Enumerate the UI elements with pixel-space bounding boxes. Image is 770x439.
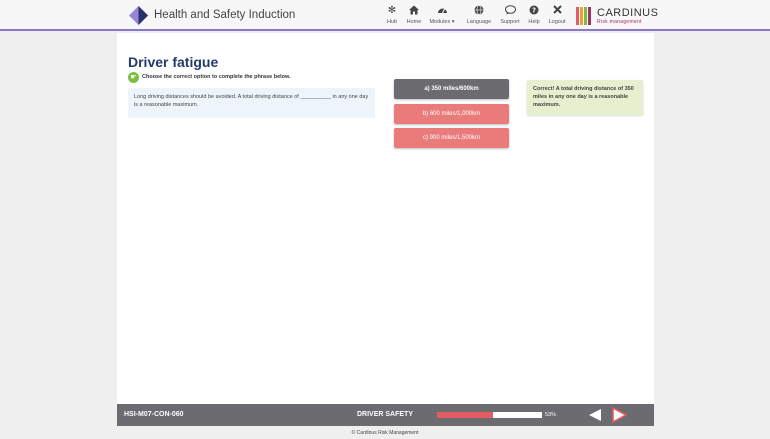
instruction-text: Choose the correct option to complete th… [142, 74, 291, 80]
content-panel: Driver fatigue ☛ Choose the correct opti… [117, 33, 654, 404]
screen-code: HSI-M07-CON-060 [124, 411, 184, 418]
svg-text:?: ? [532, 7, 536, 15]
previous-arrow-icon[interactable] [588, 408, 602, 422]
copyright-text: © Cardinus Risk Management [351, 430, 419, 436]
nav-language[interactable]: Language [464, 5, 494, 25]
feedback-box: Correct! A total driving distance of 350… [527, 80, 643, 115]
home-icon [399, 5, 429, 17]
page-title: Driver fatigue [128, 54, 219, 70]
nav-home[interactable]: Home [399, 5, 429, 25]
section-title: DRIVER SAFETY [357, 411, 414, 418]
top-bar: Health and Safety Induction ✻ Hub Home M… [0, 0, 770, 31]
progress-fill [437, 412, 493, 418]
brand-name: CARDINUS [597, 7, 659, 19]
footer-bar: HSI-M07-CON-060 DRIVER SAFETY 53% [117, 404, 654, 426]
globe-icon [464, 5, 494, 17]
close-icon [542, 5, 572, 17]
modules-icon [427, 5, 457, 17]
option-c-button[interactable]: c) 900 miles/1,500km [394, 128, 509, 148]
diamond-logo-icon [129, 6, 148, 25]
progress-bar [437, 412, 542, 418]
app-title: Health and Safety Induction [154, 9, 296, 21]
nav-modules[interactable]: Modules ▾ [427, 5, 457, 25]
question-box: Long driving distances should be avoided… [128, 88, 375, 118]
hand-pointer-icon: ☛ [128, 72, 139, 83]
nav-logout[interactable]: Logout [542, 5, 572, 25]
progress-percent: 53% [545, 412, 557, 418]
option-b-button[interactable]: b) 600 miles/1,000km [394, 104, 509, 124]
next-arrow-icon[interactable] [611, 407, 627, 423]
brand-bars-icon [576, 7, 591, 25]
option-a-button[interactable]: a) 350 miles/600km [394, 79, 509, 99]
brand-tagline: Risk management [597, 19, 642, 25]
